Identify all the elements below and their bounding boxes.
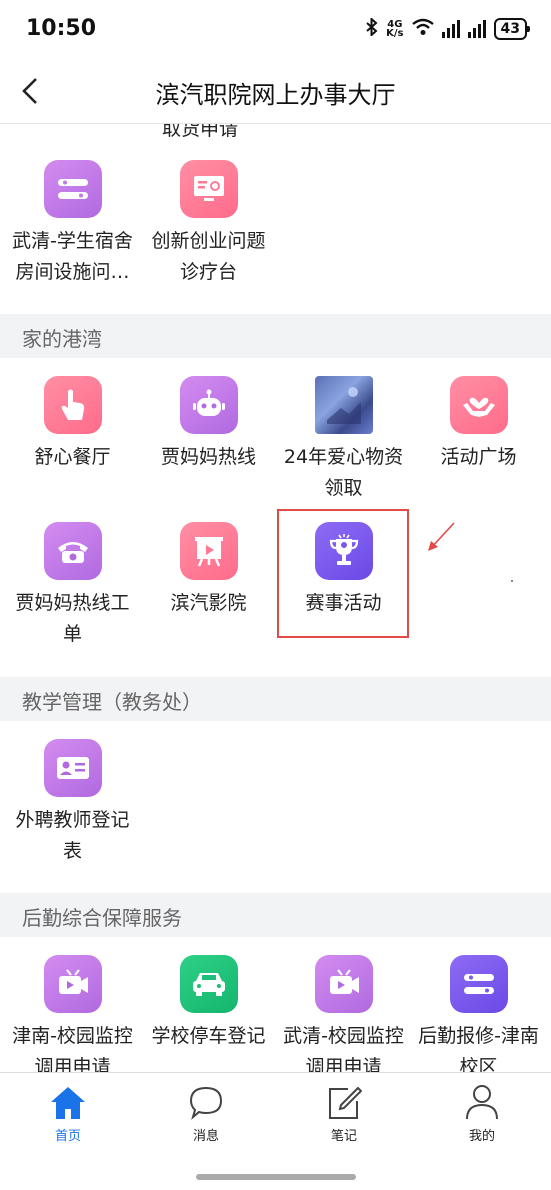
tile-dorm-repair[interactable]: 武清-学生宿舍 房间设施问… xyxy=(4,160,141,288)
section-header-home: 家的港湾 xyxy=(0,314,551,358)
tab-profile[interactable]: 我的 xyxy=(437,1081,527,1144)
tile-external-teacher[interactable]: 外聘教师登记 表 xyxy=(4,739,141,867)
tab-label: 首页 xyxy=(54,1129,81,1144)
tile-repair-jinnan[interactable]: 后勤报修-津南 校区 xyxy=(410,955,547,1072)
tab-label: 笔记 xyxy=(330,1129,357,1144)
tools-icon xyxy=(449,955,508,1013)
tile-label: 津南-校园监控 调用申请 xyxy=(12,1025,133,1072)
telephone-icon xyxy=(43,522,102,580)
status-icons: 4G K/s 43 xyxy=(366,16,531,40)
navigation-bar: 滨汽职院网上办事大厅 xyxy=(0,62,551,124)
tile-label: 滨汽影院 xyxy=(170,592,247,614)
annotation-arrow-icon xyxy=(428,522,455,551)
section-header-logistics: 后勤综合保障服务 xyxy=(0,893,551,937)
service-list[interactable]: 取货申请 武清-学生宿舍 房间设施问… 创新创业问题 诊疗台 家的港湾 舒心餐厅… xyxy=(0,124,551,1072)
highlight-box xyxy=(277,509,409,638)
bottom-tab-bar: 首页 消息 笔记 我的 xyxy=(0,1072,551,1190)
tile-hotline[interactable]: 贾妈妈热线 xyxy=(140,376,277,473)
tile-label: 武清-校园监控 调用申请 xyxy=(283,1025,404,1072)
tile-label: 贾妈妈热线 xyxy=(160,446,256,468)
cut-off-label: 取货申请 xyxy=(161,124,238,140)
tile-label: 舒心餐厅 xyxy=(34,446,111,468)
user-icon xyxy=(466,1085,498,1120)
robot-icon xyxy=(179,376,238,434)
signal-icon xyxy=(441,20,460,38)
tile-label: 24年爱心物资 领取 xyxy=(283,446,404,499)
edit-note-icon xyxy=(329,1086,362,1119)
home-indicator[interactable] xyxy=(196,1174,356,1180)
tile-label: 武清-学生宿舍 房间设施问… xyxy=(12,230,133,283)
projector-screen-icon xyxy=(179,522,238,580)
status-bar: 10:50 4G K/s 43 xyxy=(0,0,551,62)
video-camera-icon xyxy=(43,955,102,1013)
tile-label: 贾妈妈热线工 单 xyxy=(15,592,130,645)
id-card-icon xyxy=(43,739,102,797)
section-title: 后勤综合保障服务 xyxy=(22,906,182,930)
section-title: 教学管理（教务处） xyxy=(22,690,202,714)
tile-cinema[interactable]: 滨汽影院 xyxy=(140,522,277,619)
tile-label: 活动广场 xyxy=(440,446,517,468)
network-speed: 4G K/s xyxy=(386,19,404,39)
tile-label: 外聘教师登记 表 xyxy=(15,809,130,862)
tab-label: 我的 xyxy=(468,1129,495,1144)
tab-label: 消息 xyxy=(192,1129,219,1144)
tab-home[interactable]: 首页 xyxy=(23,1081,113,1144)
tile-activity-square[interactable]: 活动广场 xyxy=(410,376,547,473)
home-icon xyxy=(51,1087,85,1119)
bluetooth-icon xyxy=(366,16,378,40)
tools-icon xyxy=(43,160,102,218)
heart-hands-icon xyxy=(449,376,508,434)
tab-notes[interactable]: 笔记 xyxy=(299,1081,389,1144)
tile-innovation-clinic[interactable]: 创新创业问题 诊疗台 xyxy=(140,160,277,288)
tile-parking[interactable]: 学校停车登记 xyxy=(140,955,277,1052)
tile-canteen[interactable]: 舒心餐厅 xyxy=(4,376,141,473)
monitor-settings-icon xyxy=(179,160,238,218)
tile-wuqing-cctv[interactable]: 武清-校园监控 调用申请 xyxy=(275,955,412,1072)
section-title: 家的港湾 xyxy=(22,327,102,351)
wifi-icon xyxy=(411,18,434,40)
tile-hotline-ticket[interactable]: 贾妈妈热线工 单 xyxy=(4,522,141,650)
page-title: 滨汽职院网上办事大厅 xyxy=(155,81,396,109)
car-icon xyxy=(179,955,238,1013)
section-header-teaching: 教学管理（教务处） xyxy=(0,677,551,721)
battery-icon: 43 xyxy=(493,18,531,40)
tab-messages[interactable]: 消息 xyxy=(161,1081,251,1144)
hand-pointer-icon xyxy=(43,376,102,434)
stray-dot xyxy=(511,580,513,582)
signal-icon-2 xyxy=(467,20,486,38)
tile-label: 创新创业问题 诊疗台 xyxy=(151,230,266,283)
status-time: 10:50 xyxy=(26,16,97,41)
tile-label: 学校停车登记 xyxy=(151,1025,266,1047)
tile-label: 后勤报修-津南 校区 xyxy=(418,1025,539,1072)
video-camera-icon xyxy=(314,955,373,1013)
tile-charity-supplies[interactable]: 24年爱心物资 领取 xyxy=(275,376,412,504)
tile-jinnan-cctv[interactable]: 津南-校园监控 调用申请 xyxy=(4,955,141,1072)
photo-icon xyxy=(314,376,373,434)
chat-bubble-icon xyxy=(189,1086,223,1120)
